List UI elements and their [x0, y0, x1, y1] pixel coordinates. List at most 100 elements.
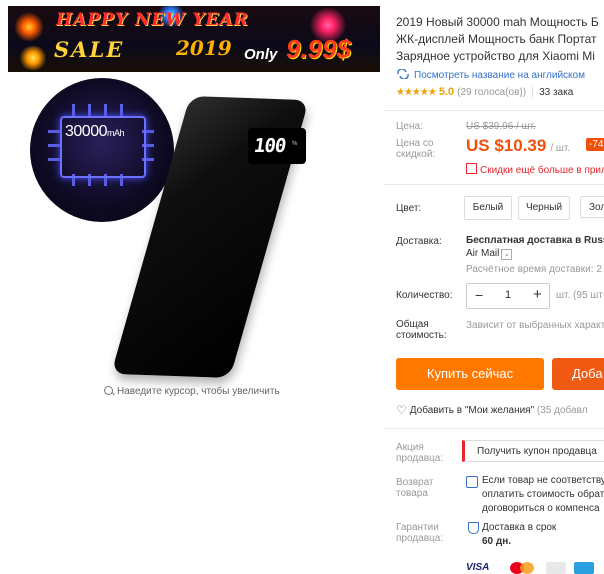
- wishlist-text[interactable]: Добавить в "Мои желания": [410, 405, 534, 416]
- chip-pin: [48, 144, 60, 147]
- wishlist-link[interactable]: ♡ Добавить в "Мои желания" (35 добавл: [396, 403, 588, 417]
- rating-votes[interactable]: (29 голоса(ов)): [457, 87, 526, 98]
- return-label: Возврат товара: [396, 477, 434, 499]
- total-label-line: стоимость:: [396, 330, 447, 341]
- translate-icon: [397, 69, 409, 79]
- total-label-line: Общая: [396, 319, 429, 330]
- banner-sale: SALE: [54, 37, 125, 62]
- total-label: Общая стоимость:: [396, 319, 447, 341]
- divider: [384, 184, 604, 185]
- shipping-destination[interactable]: Бесплатная доставка в Russ: [466, 235, 604, 246]
- buy-now-button[interactable]: Купить сейчас: [396, 358, 544, 390]
- return-label-line: Возврат: [396, 477, 434, 488]
- banner-year: 2019: [176, 36, 232, 60]
- sale-price-unit: / шт.: [550, 143, 571, 154]
- translate-link[interactable]: Посмотреть название на английском: [396, 68, 585, 81]
- heart-icon[interactable]: ♡: [396, 403, 407, 417]
- seller-promo-label-line: Акция: [396, 442, 424, 453]
- app-discount-link[interactable]: Скидки ещё больше в прил: [466, 163, 604, 176]
- get-seller-coupon-button[interactable]: Получить купон продавца: [462, 440, 604, 462]
- guarantee-line: Доставка в срок: [482, 522, 557, 533]
- magnifier-icon: [104, 386, 113, 395]
- wishlist-count: (35 добавл: [536, 405, 588, 416]
- return-policy-text: Если товар не соответству оплатить стоим…: [482, 474, 604, 516]
- color-label: Цвет:: [396, 203, 422, 214]
- display-value: 100: [252, 135, 287, 157]
- seller-promo-label: Акция продавца:: [396, 442, 443, 464]
- chevron-down-icon[interactable]: ⌄: [501, 249, 513, 260]
- quantity-decrease-button[interactable]: −: [475, 287, 483, 303]
- shipping-carrier[interactable]: Air Mail ⌄: [466, 248, 513, 260]
- visa-icon: VISA: [466, 562, 490, 573]
- quantity-available: шт. (95 шт: [556, 290, 603, 301]
- delivery-time: Расчётное время доставки: 2: [466, 264, 602, 275]
- quantity-label: Количество:: [396, 290, 453, 301]
- guarantee-label: Гарантии продавца:: [396, 522, 443, 544]
- separator: [532, 87, 534, 98]
- old-price: US $39.96 / шт.: [466, 121, 536, 132]
- translate-link-text[interactable]: Посмотреть название на английском: [414, 70, 585, 81]
- return-label-line: товара: [396, 488, 428, 499]
- rating-row: ★★★★★ 5.0 (29 голоса(ов)) 33 зака: [396, 86, 573, 98]
- total-value: Зависит от выбранных характ: [466, 320, 604, 331]
- return-policy-icon: [466, 476, 478, 488]
- app-discount-text[interactable]: Скидки ещё больше в прил: [480, 165, 604, 176]
- quantity-stepper[interactable]: − 1 +: [466, 283, 550, 309]
- promo-banner[interactable]: HAPPY NEW YEAR SALE 2019 Only 9.99$: [8, 6, 380, 72]
- capacity-badge-image: 30000mAh: [30, 78, 174, 222]
- capacity-text: 30000mAh: [65, 123, 125, 141]
- shipping-label: Доставка:: [396, 236, 442, 247]
- return-policy-line: Если товар не соответству: [482, 475, 604, 486]
- chip-pin: [120, 104, 123, 116]
- banner-price: 9.99$: [286, 34, 352, 64]
- sale-price: US $10.39/ шт.: [466, 136, 570, 156]
- price-label: Цена:: [396, 121, 423, 132]
- zoom-hint: Наведите курсор, чтобы увеличить: [104, 385, 280, 397]
- shield-icon: [468, 522, 479, 534]
- color-option-black[interactable]: Черный: [518, 196, 570, 220]
- add-to-cart-button[interactable]: Доба: [552, 358, 604, 390]
- capacity-value: 30000: [65, 123, 108, 140]
- quantity-input[interactable]: 1: [505, 289, 511, 301]
- orders-count: 33 зака: [539, 87, 574, 98]
- banner-headline: HAPPY NEW YEAR: [56, 10, 249, 30]
- shipping-carrier-text[interactable]: Air Mail: [466, 248, 499, 259]
- color-option-gold[interactable]: Золо: [580, 196, 604, 218]
- guarantee-label-line: продавца:: [396, 533, 444, 544]
- power-bank-display: 100 %: [248, 128, 306, 164]
- mastercard-icon: [520, 562, 534, 574]
- chip-pin: [48, 130, 60, 133]
- chip-pin: [72, 104, 75, 116]
- display-unit: %: [292, 141, 298, 147]
- chip-pin: [104, 104, 107, 116]
- payment-icon: [574, 562, 594, 574]
- chip-pin: [48, 158, 60, 161]
- return-policy-line: договориться о компенса: [482, 503, 600, 514]
- divider: [384, 428, 604, 429]
- zoom-hint-text: Наведите курсор, чтобы увеличить: [117, 386, 280, 397]
- rating-score: 5.0: [438, 86, 455, 98]
- guarantee-label-line: Гарантии: [396, 522, 439, 533]
- payment-icon: [546, 562, 566, 574]
- quantity-increase-button[interactable]: +: [533, 286, 542, 303]
- capacity-unit: mAh: [107, 128, 125, 138]
- guarantee-delivery: Доставка в срок 60 дн.: [482, 521, 556, 549]
- return-policy-line: оплатить стоимость обрат: [482, 489, 604, 500]
- rating-stars: ★★★★★: [396, 87, 437, 98]
- qr-icon: [466, 163, 477, 174]
- chip-pin: [88, 104, 91, 116]
- title-line: 2019 Новый 30000 mah Мощность Б: [396, 15, 599, 29]
- guarantee-days: 60 дн.: [482, 536, 512, 547]
- banner-only: Only: [244, 46, 278, 63]
- product-title: 2019 Новый 30000 mah Мощность Б ЖК-диспл…: [396, 14, 604, 65]
- color-option-white[interactable]: Белый: [464, 196, 512, 220]
- seller-promo-label-line: продавца:: [396, 453, 444, 464]
- title-line: Зарядное устройство для Xiaomi Mi: [396, 49, 595, 63]
- firework-decoration: [18, 46, 48, 70]
- discount-badge: -74: [586, 138, 604, 151]
- sale-price-value: US $10.39: [466, 136, 547, 155]
- divider: [384, 110, 604, 111]
- firework-decoration: [14, 12, 44, 42]
- sale-price-label: Цена со скидкой:: [396, 138, 436, 160]
- title-line: ЖК-дисплей Мощность банк Портат: [396, 32, 597, 46]
